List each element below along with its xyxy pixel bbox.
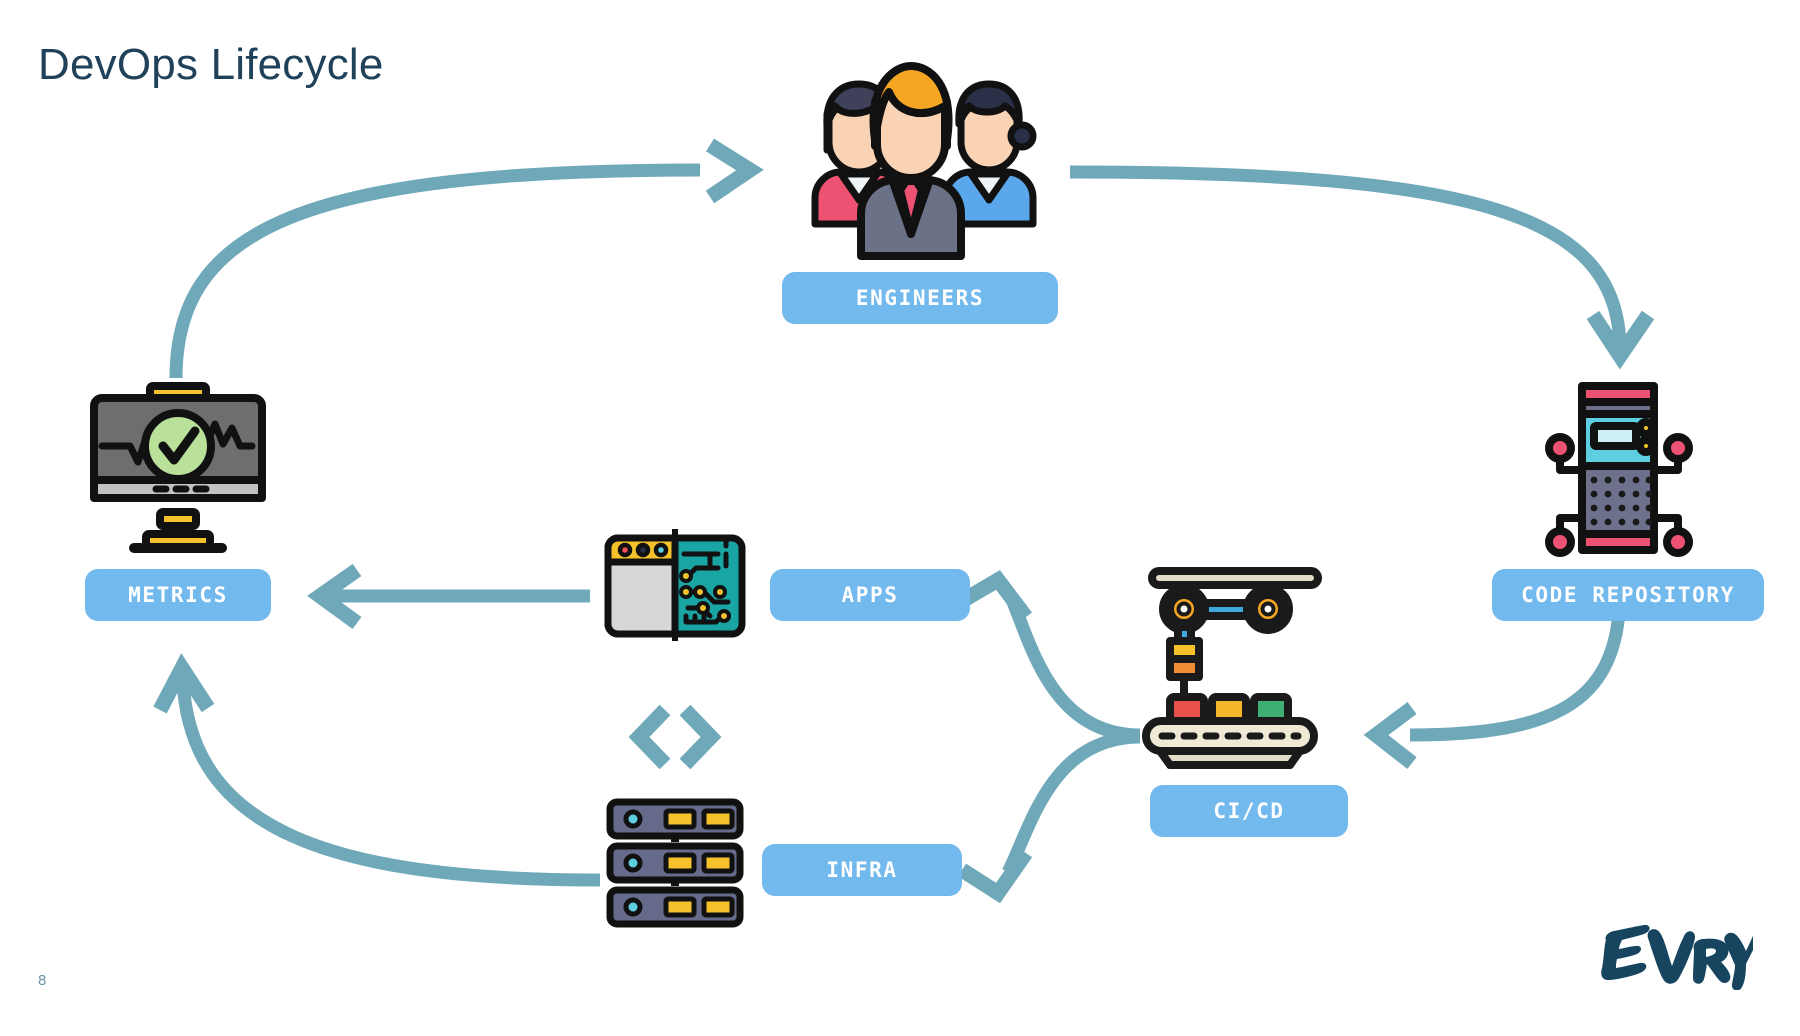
evry-logo (1594, 916, 1754, 991)
arrowhead-to-metrics-apps (307, 563, 362, 630)
node-label-engineers[interactable]: ENGINEERS (782, 272, 1058, 324)
arrow-infra-to-metrics (176, 679, 601, 887)
node-label-apps[interactable]: APPS (770, 569, 970, 621)
robotic-arm-conveyor-icon (1140, 563, 1340, 771)
arrowhead-to-apps (958, 570, 1032, 622)
app-window-circuit-icon (600, 524, 750, 644)
devops-lifecycle-slide: DevOps Lifecycle 8 ENGINEERS CODE REPOSI… (0, 0, 1800, 1036)
arrowhead-to-coderepo (1586, 310, 1655, 370)
arrowhead-to-metrics-infra (153, 653, 215, 714)
arrow-metrics-to-engineers (169, 163, 701, 379)
page-title: DevOps Lifecycle (38, 40, 384, 89)
monitor-heartbeat-check-icon (78, 376, 278, 556)
node-label-metrics[interactable]: METRICS (85, 569, 271, 621)
arrow-engineers-to-coderepo (1069, 165, 1627, 351)
arrowhead-to-infra (957, 848, 1033, 904)
code-brackets-icon (625, 700, 725, 775)
arrowhead-to-engineers (705, 138, 764, 204)
node-label-code-repository[interactable]: CODE REPOSITORY (1492, 569, 1764, 621)
team-of-people-icon (779, 52, 1043, 260)
node-label-infra[interactable]: INFRA (762, 844, 962, 896)
node-label-cicd[interactable]: CI/CD (1150, 785, 1348, 837)
arrow-cicd-to-apps (1004, 592, 1141, 742)
page-number: 8 (38, 972, 47, 989)
server-tower-icon (1522, 378, 1714, 558)
arrowhead-to-cicd (1363, 702, 1417, 769)
server-rack-icon (600, 798, 750, 928)
arrow-cicd-to-infra (1002, 730, 1141, 876)
